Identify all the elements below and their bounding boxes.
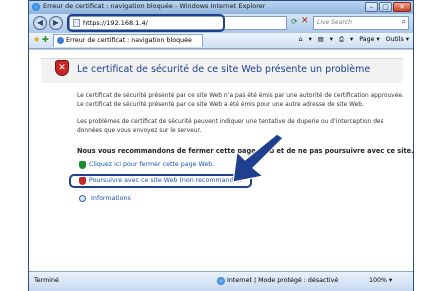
pointer-arrow-icon [232,134,284,183]
feeds-icon[interactable]: ▤ [318,36,324,43]
forward-button[interactable]: ▶ [49,16,63,30]
tools-menu[interactable]: Outils ▾ [386,36,409,43]
address-highlight-box [67,14,225,32]
print-icon[interactable]: ⎙ [339,36,344,43]
risk-text-1: Les problèmes de certificat de sécurité … [77,119,384,125]
add-favorites-icon[interactable]: ✚ [42,35,49,44]
info-link[interactable]: Informations [91,195,131,202]
zoom-level[interactable]: 100% ▾ [369,277,392,284]
search-placeholder: Live Search [317,19,352,26]
risk-text-2: données que vous envoyez sur le serveur. [77,128,202,134]
page-menu[interactable]: Page ▾ [359,36,379,43]
search-input[interactable]: Live Search ⌕ [313,16,409,30]
ie-logo-icon [32,3,40,11]
command-bar: ⌂ ▾ ▤ ▾ ⎙ ▾ Page ▾ Outils ▾ [295,36,409,44]
security-zone[interactable]: Internet | Mode protégé : désactivé [227,277,338,284]
feeds-dropdown-icon[interactable]: ▾ [330,36,333,43]
status-text: Terminé [34,277,59,284]
page-content: ✕ Le certificat de sécurité de ce site W… [29,49,414,271]
close-page-link[interactable]: Cliquez ici pour fermer cette page Web. [89,161,214,168]
home-icon[interactable]: ⌂ [299,36,303,43]
cert-reason-1: Le certificat de sécurité présenté par c… [77,93,404,99]
home-dropdown-icon[interactable]: ▾ [309,36,312,43]
stop-icon[interactable]: ✕ [301,16,309,26]
tab-active[interactable]: Erreur de certificat : navigation bloqué… [53,34,203,47]
internet-zone-icon [217,277,225,285]
close-button[interactable]: ✕ [393,2,411,12]
green-shield-icon [79,161,86,169]
cert-reason-2: Le certificat de sécurité présenté par c… [77,102,364,108]
browser-window: Erreur de certificat : navigation bloqué… [28,0,414,291]
favorites-star-icon[interactable]: ★ [33,35,40,44]
refresh-icon[interactable]: ⟳ [291,17,298,26]
tab-favicon-icon [57,37,64,44]
tab-label: Erreur de certificat : navigation bloqué… [66,37,192,44]
tab-bar: ★ ✚ Erreur de certificat : navigation bl… [29,33,413,49]
status-bar: Terminé Internet | Mode protégé : désact… [29,271,413,291]
page-heading: Le certificat de sécurité de ce site Web… [77,64,371,75]
title-bar: Erreur de certificat : navigation bloqué… [29,1,413,14]
info-expand-icon[interactable] [79,195,86,202]
error-shield-icon: ✕ [55,60,69,76]
maximize-button[interactable]: □ [379,2,392,12]
print-dropdown-icon[interactable]: ▾ [350,36,353,43]
minimize-button[interactable]: – [365,2,378,12]
back-button[interactable]: ◀ [33,16,47,30]
search-icon[interactable]: ⌕ [402,17,406,27]
window-title: Erreur de certificat : navigation bloqué… [43,2,266,10]
